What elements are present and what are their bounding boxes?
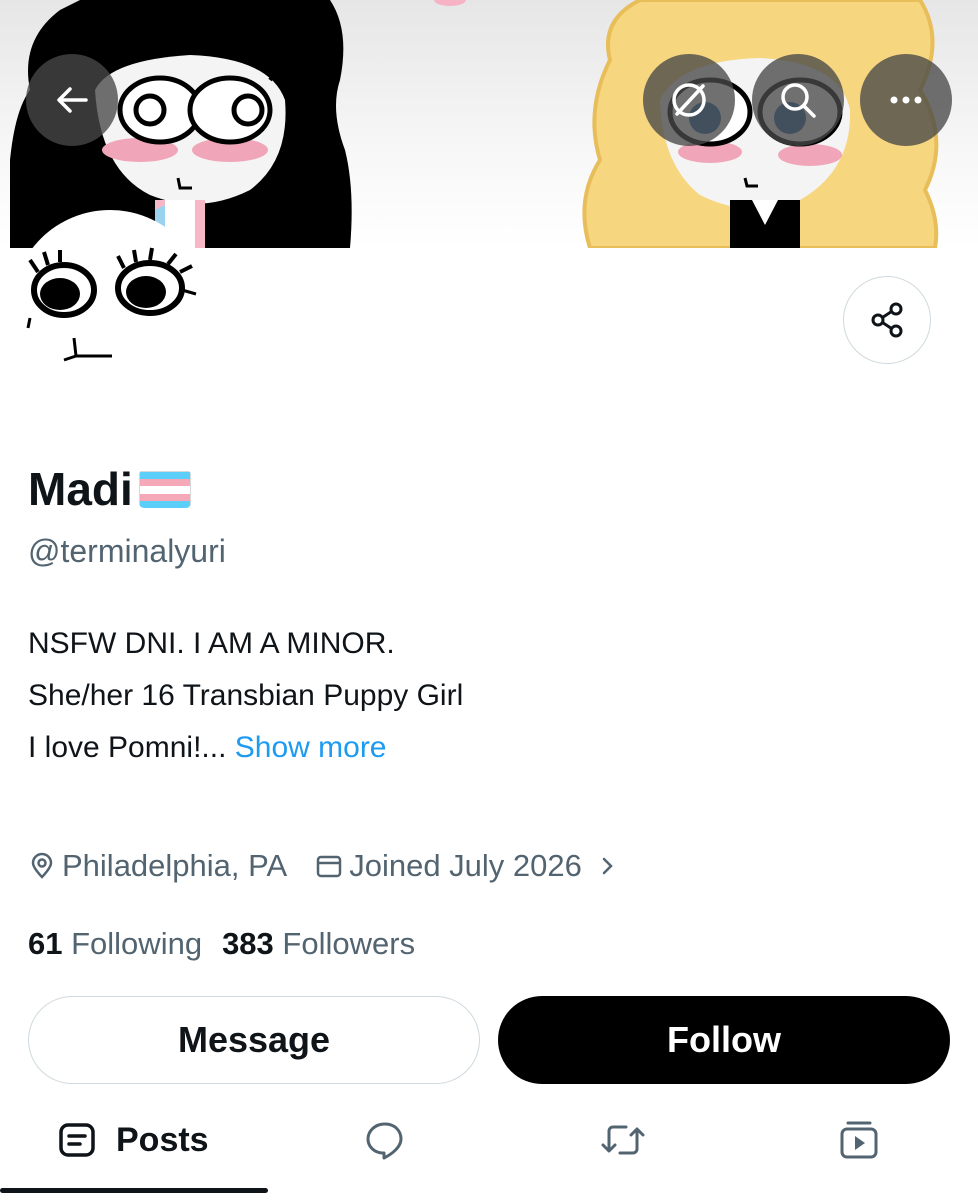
calendar-icon	[316, 855, 342, 878]
share-icon	[871, 302, 903, 338]
tab-media[interactable]	[838, 1112, 880, 1168]
replies-icon	[366, 1122, 403, 1160]
user-handle: @terminalyuri	[28, 533, 226, 569]
bio-line: I love Pomni!...	[28, 731, 227, 764]
back-arrow-icon	[57, 87, 88, 113]
search-button[interactable]	[752, 54, 844, 146]
location-text: Philadelphia, PA	[62, 848, 288, 883]
location-pin-icon	[31, 852, 53, 879]
search-icon	[781, 83, 816, 118]
display-name: Madi	[28, 466, 191, 512]
profile-meta: Philadelphia, PA Joined July 2026	[28, 848, 620, 884]
tab-posts-label: Posts	[116, 1120, 209, 1159]
following-count[interactable]: 61 Following	[28, 926, 202, 962]
more-options-button[interactable]	[860, 54, 952, 146]
media-icon	[840, 1121, 878, 1159]
chevron-right-icon	[602, 857, 613, 875]
bio-line: She/her 16 Transbian Puppy Girl	[28, 679, 464, 712]
share-button[interactable]	[843, 276, 931, 364]
tab-posts[interactable]: Posts	[58, 1112, 209, 1168]
posts-icon	[59, 1123, 95, 1157]
transgender-flag-icon	[138, 470, 191, 508]
tab-reposts[interactable]	[600, 1112, 646, 1168]
show-more-link[interactable]: Show more	[235, 731, 387, 764]
back-button[interactable]	[26, 54, 118, 146]
more-options-icon	[890, 96, 922, 104]
message-button[interactable]: Message	[28, 996, 480, 1084]
follow-button[interactable]: Follow	[498, 996, 950, 1084]
avatar-drawing	[26, 247, 197, 362]
bio-line-with-more: I love Pomni!... Show more	[28, 722, 463, 774]
follow-counts: 61 Following 383 Followers	[28, 926, 415, 962]
repost-icon	[601, 1125, 645, 1155]
grok-icon	[672, 83, 706, 117]
location: Philadelphia, PA	[28, 848, 287, 884]
active-tab-indicator	[0, 1188, 268, 1193]
joined-text: Joined July 2026	[349, 848, 582, 883]
bio: NSFW DNI. I AM A MINOR. She/her 16 Trans…	[28, 618, 463, 774]
grok-button[interactable]	[643, 54, 735, 146]
followers-count[interactable]: 383 Followers	[222, 926, 415, 962]
avatar[interactable]	[12, 210, 208, 406]
display-name-text: Madi	[28, 463, 133, 515]
bio-line: NSFW DNI. I AM A MINOR.	[28, 627, 395, 660]
tab-replies[interactable]	[364, 1112, 406, 1168]
joined-date[interactable]: Joined July 2026	[315, 848, 620, 884]
